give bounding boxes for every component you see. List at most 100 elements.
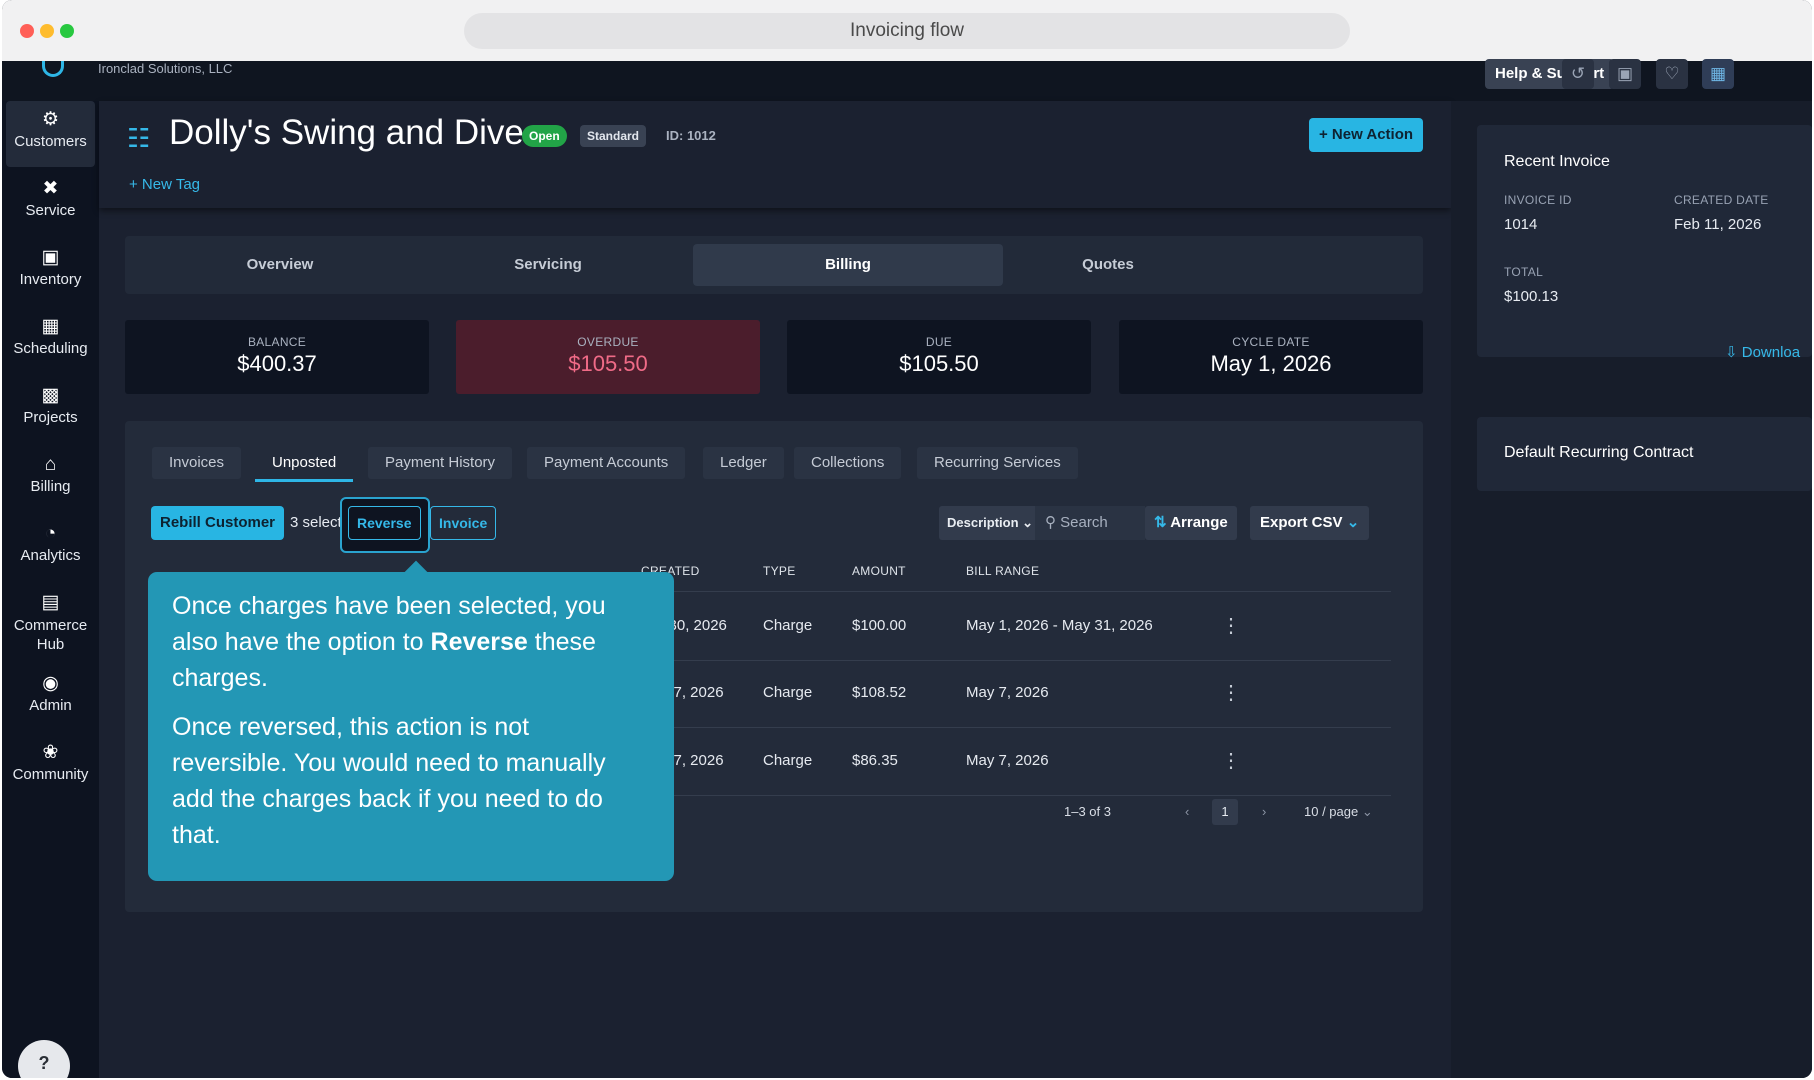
- page-title: Dolly's Swing and Dive: [169, 113, 524, 152]
- tab-servicing[interactable]: Servicing: [393, 244, 703, 286]
- admin-icon: ◉: [42, 673, 59, 694]
- sidebar-item-commerce-hub[interactable]: ▤ Commerce Hub: [6, 584, 95, 662]
- export-label: Export CSV: [1260, 514, 1343, 531]
- sidebar-item-community[interactable]: ❀ Community: [6, 734, 95, 800]
- tooltip-paragraph-1: Once charges have been selected, you als…: [172, 588, 650, 696]
- close-window-button[interactable]: [20, 24, 34, 38]
- cell-amount: $100.00: [852, 617, 907, 634]
- sidebar-item-scheduling[interactable]: ▦ Scheduling: [6, 308, 95, 374]
- arrange-button[interactable]: ⇅ Arrange: [1145, 506, 1237, 540]
- stat-label: OVERDUE: [577, 335, 639, 349]
- export-csv-button[interactable]: Export CSV ⌄: [1250, 506, 1370, 540]
- sidebar-item-label: Scheduling: [13, 340, 88, 357]
- subtab-recurring-services[interactable]: Recurring Services: [917, 447, 1078, 479]
- created-date-label: CREATED DATE: [1674, 193, 1769, 207]
- recurring-contract-title: Default Recurring Contract: [1504, 444, 1694, 461]
- subtab-payment-accounts[interactable]: Payment Accounts: [527, 447, 686, 479]
- page-size-select[interactable]: 10 / page ⌄: [1304, 799, 1373, 825]
- tooltip-paragraph-2: Once reversed, this action is not revers…: [172, 713, 606, 849]
- bell-icon[interactable]: ♡: [1656, 59, 1688, 89]
- cell-bill-range: May 7, 2026: [966, 752, 1049, 769]
- rebill-customer-button[interactable]: Rebill Customer: [151, 506, 285, 540]
- walkthrough-tooltip: Once charges have been selected, you als…: [148, 560, 674, 881]
- due-stat: DUE $105.50: [787, 320, 1091, 394]
- column-header-bill-range[interactable]: BILL RANGE: [966, 564, 1039, 578]
- tab-quotes[interactable]: Quotes: [953, 244, 1263, 286]
- sidebar-item-billing[interactable]: ⌂ Billing: [6, 446, 95, 512]
- community-icon: ❀: [42, 742, 59, 763]
- cell-type: Charge: [763, 684, 813, 701]
- chevron-down-icon: ⌄: [1361, 804, 1373, 819]
- sidebar-item-label: Analytics: [20, 547, 81, 564]
- sidebar-item-label: Customers: [14, 133, 87, 150]
- invoice-button[interactable]: Invoice: [430, 506, 497, 540]
- sidebar-item-label: Service: [25, 202, 76, 219]
- stat-value: May 1, 2026: [1210, 351, 1332, 376]
- column-header-amount[interactable]: AMOUNT: [852, 564, 906, 578]
- cell-type: Charge: [763, 752, 813, 769]
- camera-icon[interactable]: ▣: [1609, 59, 1641, 89]
- chevron-left-icon[interactable]: ‹: [1185, 799, 1189, 825]
- total-value: $100.13: [1504, 288, 1559, 305]
- sidebar-item-projects[interactable]: ▩ Projects: [6, 377, 95, 443]
- subtab-payment-history[interactable]: Payment History: [368, 447, 513, 479]
- chevron-right-icon[interactable]: ›: [1262, 799, 1266, 825]
- customers-icon: ⚙: [41, 109, 60, 130]
- maximize-window-button[interactable]: [60, 24, 74, 38]
- hierarchy-icon: ▩: [41, 385, 60, 406]
- cell-type: Charge: [763, 617, 813, 634]
- more-options-icon[interactable]: ⋮: [1221, 592, 1241, 660]
- cell-bill-range: May 7, 2026: [966, 684, 1049, 701]
- address-bar[interactable]: Invoicing flow: [464, 13, 1350, 49]
- sidebar: ⚙ Customers ✖ Service ▣ Inventory ▦ Sche…: [2, 101, 99, 1078]
- download-link[interactable]: ⇩ Downloa: [1725, 343, 1800, 361]
- arrange-icon: ⇅: [1154, 514, 1167, 531]
- sidebar-item-service[interactable]: ✖ Service: [6, 170, 95, 236]
- subtab-collections[interactable]: Collections: [794, 447, 902, 479]
- download-icon: ⇩: [1725, 344, 1738, 361]
- sidebar-item-label: Commerce Hub: [13, 617, 88, 653]
- apps-icon[interactable]: ▦: [1702, 59, 1734, 89]
- cell-bill-range: May 1, 2026 - May 31, 2026: [966, 617, 1153, 634]
- more-options-icon[interactable]: ⋮: [1221, 659, 1241, 727]
- column-header-type[interactable]: TYPE: [763, 564, 796, 578]
- sidebar-item-customers[interactable]: ⚙ Customers: [6, 101, 95, 167]
- cell-amount: $108.52: [852, 684, 907, 701]
- sidebar-item-analytics[interactable]: ◔ Analytics: [6, 515, 95, 581]
- customer-id: ID: 1012: [666, 128, 716, 143]
- recurring-contract-card[interactable]: Default Recurring Contract: [1477, 417, 1812, 491]
- sidebar-item-admin[interactable]: ◉ Admin: [6, 665, 95, 731]
- app-logo-icon[interactable]: [42, 61, 64, 77]
- history-icon[interactable]: ↺: [1562, 59, 1594, 89]
- right-panel: Recent Invoice INVOICE ID 1014 CREATED D…: [1451, 101, 1812, 1078]
- help-support-button[interactable]: Help & Support: [1485, 59, 1615, 89]
- subtab-ledger[interactable]: Ledger: [703, 447, 784, 479]
- clipboard-icon: ▣: [41, 247, 60, 268]
- new-tag-link[interactable]: + New Tag: [129, 176, 200, 193]
- page-number-button[interactable]: 1: [1212, 799, 1238, 825]
- calendar-icon: ▦: [41, 316, 60, 337]
- download-label: Downloa: [1741, 344, 1801, 361]
- sidebar-item-inventory[interactable]: ▣ Inventory: [6, 239, 95, 305]
- description-filter-select[interactable]: Description ⌄: [939, 506, 1042, 540]
- stat-label: CYCLE DATE: [1232, 335, 1310, 349]
- created-date-value: Feb 11, 2026: [1674, 216, 1762, 233]
- pie-chart-icon: ◔: [44, 523, 57, 544]
- more-options-icon[interactable]: ⋮: [1221, 727, 1241, 795]
- browser-window: Invoicing flow Ironclad Solutions, LLC H…: [2, 0, 1812, 1078]
- minimize-window-button[interactable]: [40, 24, 54, 38]
- sidebar-item-label: Community: [12, 766, 89, 783]
- new-action-button[interactable]: + New Action: [1309, 118, 1424, 152]
- subtab-unposted[interactable]: Unposted: [255, 447, 354, 482]
- reverse-button[interactable]: Reverse: [348, 506, 421, 540]
- tab-overview[interactable]: Overview: [125, 244, 435, 286]
- browser-titlebar: Invoicing flow: [2, 0, 1812, 62]
- store-icon: ▤: [41, 592, 60, 613]
- app-top-bar: Ironclad Solutions, LLC Help & Support ↺…: [2, 59, 1812, 101]
- customer-profile-icon: ☷: [127, 123, 151, 153]
- total-label: TOTAL: [1504, 265, 1544, 279]
- subtab-invoices[interactable]: Invoices: [152, 447, 242, 479]
- search-input[interactable]: ⚲ Search: [1035, 506, 1145, 540]
- plan-badge: Standard: [580, 125, 647, 147]
- sidebar-item-label: Projects: [23, 409, 78, 426]
